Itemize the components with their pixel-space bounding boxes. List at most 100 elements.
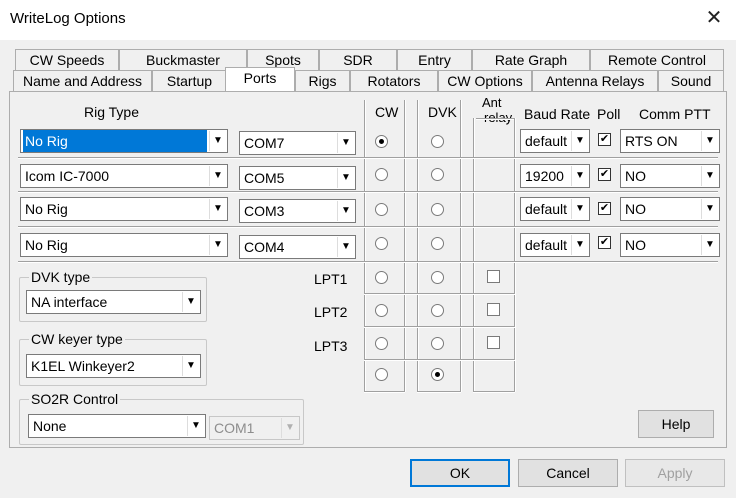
cw-radio-rig-3[interactable] xyxy=(375,203,388,216)
cw-radio-lpt3[interactable] xyxy=(375,337,388,350)
so2r-port-select: COM1 ▼ xyxy=(209,416,300,440)
relay-checkbox-lpt3[interactable] xyxy=(487,336,500,349)
apply-button: Apply xyxy=(625,459,725,487)
chevron-down-icon: ▼ xyxy=(571,131,588,151)
so2r-select[interactable]: None ▼ xyxy=(28,414,206,438)
so2r-label: SO2R Control xyxy=(29,391,121,407)
rig-type-value: No Rig xyxy=(23,130,207,152)
rig-type-select-4[interactable]: No Rig ▼ xyxy=(20,233,228,257)
dvk-radio-lpt3[interactable] xyxy=(431,337,444,350)
cw-radio-rig-1[interactable] xyxy=(375,135,388,148)
row-separator xyxy=(364,326,515,328)
cw-radio-lpt1[interactable] xyxy=(375,271,388,284)
poll-checkbox-3[interactable]: ✔ xyxy=(598,202,611,215)
so2r-value: None xyxy=(33,418,67,434)
tab-sound[interactable]: Sound xyxy=(658,70,724,91)
cw-keyer-select[interactable]: K1EL Winkeyer2 ▼ xyxy=(26,354,201,378)
chevron-down-icon: ▼ xyxy=(182,356,199,376)
window-title: WriteLog Options xyxy=(10,10,126,27)
rig-port-select-1[interactable]: COM7 ▼ xyxy=(239,131,356,155)
relay-checkbox-lpt1[interactable] xyxy=(487,270,500,283)
rig-type-value: Icom IC-7000 xyxy=(25,168,110,184)
cw-radio-extra[interactable] xyxy=(375,368,388,381)
ant-relay-header-line1: Ant xyxy=(482,95,502,110)
divider xyxy=(364,391,405,393)
help-button[interactable]: Help xyxy=(638,410,714,438)
rig-port-select-4[interactable]: COM4 ▼ xyxy=(239,235,356,259)
dvk-header: DVK xyxy=(428,104,457,120)
row-separator xyxy=(18,261,718,263)
cancel-button[interactable]: Cancel xyxy=(518,459,618,487)
chevron-down-icon: ▼ xyxy=(209,131,226,151)
tab-entry[interactable]: Entry xyxy=(397,49,472,70)
chevron-down-icon: ▼ xyxy=(571,199,588,219)
tab-name-and-address[interactable]: Name and Address xyxy=(13,70,152,91)
chevron-down-icon: ▼ xyxy=(337,201,354,221)
divider xyxy=(476,118,514,120)
dvk-type-select[interactable]: NA interface ▼ xyxy=(26,290,201,314)
cw-radio-rig-2[interactable] xyxy=(375,168,388,181)
tab-ports[interactable]: Ports xyxy=(225,67,295,91)
dvk-type-value: NA interface xyxy=(31,294,108,310)
rig-type-header: Rig Type xyxy=(84,104,139,120)
dvk-radio-rig-4[interactable] xyxy=(431,237,444,250)
cw-radio-lpt2[interactable] xyxy=(375,304,388,317)
baud-rate-select-4[interactable]: default ▼ xyxy=(520,233,590,257)
rig-type-select-3[interactable]: No Rig ▼ xyxy=(20,197,228,221)
chevron-down-icon: ▼ xyxy=(571,235,588,255)
dvk-radio-rig-2[interactable] xyxy=(431,168,444,181)
chevron-down-icon: ▼ xyxy=(701,166,718,186)
divider xyxy=(473,391,515,393)
tab-remote-control[interactable]: Remote Control xyxy=(590,49,724,70)
dvk-radio-extra[interactable] xyxy=(431,368,444,381)
tab-cw-options[interactable]: CW Options xyxy=(438,70,532,91)
rig-type-select-2[interactable]: Icom IC-7000 ▼ xyxy=(20,164,228,188)
chevron-down-icon: ▼ xyxy=(337,168,354,188)
chevron-down-icon: ▼ xyxy=(209,235,226,255)
poll-checkbox-4[interactable]: ✔ xyxy=(598,236,611,249)
relay-checkbox-lpt2[interactable] xyxy=(487,303,500,316)
divider xyxy=(364,100,366,392)
lpt3-label: LPT3 xyxy=(314,338,348,354)
rig-port-select-3[interactable]: COM3 ▼ xyxy=(239,199,356,223)
divider xyxy=(514,118,516,392)
dvk-radio-lpt2[interactable] xyxy=(431,304,444,317)
tab-rotators[interactable]: Rotators xyxy=(350,70,438,91)
baud-rate-header: Baud Rate xyxy=(524,106,591,122)
cw-header: CW xyxy=(375,104,399,120)
chevron-down-icon: ▼ xyxy=(337,133,354,153)
tab-cw-speeds[interactable]: CW Speeds xyxy=(15,49,119,70)
baud-rate-select-3[interactable]: default ▼ xyxy=(520,197,590,221)
baud-rate-select-1[interactable]: default ▼ xyxy=(520,129,590,153)
dvk-radio-rig-3[interactable] xyxy=(431,203,444,216)
tab-antenna-relays[interactable]: Antenna Relays xyxy=(532,70,658,91)
chevron-down-icon: ▼ xyxy=(701,131,718,151)
baud-rate-select-2[interactable]: 19200 ▼ xyxy=(520,164,590,188)
comm-ptt-select-4[interactable]: NO ▼ xyxy=(620,233,720,257)
poll-checkbox-1[interactable]: ✔ xyxy=(598,133,611,146)
rig-type-select-1[interactable]: No Rig ▼ xyxy=(20,129,228,153)
dvk-radio-rig-1[interactable] xyxy=(431,135,444,148)
comm-ptt-select-1[interactable]: RTS ON ▼ xyxy=(620,129,720,153)
row-separator xyxy=(18,157,718,159)
lpt2-label: LPT2 xyxy=(314,304,348,320)
tab-sdr[interactable]: SDR xyxy=(319,49,397,70)
chevron-down-icon: ▼ xyxy=(281,418,298,438)
dvk-type-label: DVK type xyxy=(29,269,93,285)
dvk-radio-lpt1[interactable] xyxy=(431,271,444,284)
poll-checkbox-2[interactable]: ✔ xyxy=(598,168,611,181)
cw-radio-rig-4[interactable] xyxy=(375,237,388,250)
tab-rate-graph[interactable]: Rate Graph xyxy=(472,49,590,70)
rig-port-select-2[interactable]: COM5 ▼ xyxy=(239,166,356,190)
tab-startup[interactable]: Startup xyxy=(152,70,227,91)
chevron-down-icon: ▼ xyxy=(701,199,718,219)
row-separator xyxy=(364,359,515,361)
chevron-down-icon: ▼ xyxy=(182,292,199,312)
comm-ptt-select-3[interactable]: NO ▼ xyxy=(620,197,720,221)
poll-header: Poll xyxy=(597,106,621,122)
comm-ptt-select-2[interactable]: NO ▼ xyxy=(620,164,720,188)
ok-button[interactable]: OK xyxy=(410,459,510,487)
divider xyxy=(460,100,462,392)
close-icon[interactable]: ✕ xyxy=(702,6,726,30)
tab-rigs[interactable]: Rigs xyxy=(295,70,350,91)
